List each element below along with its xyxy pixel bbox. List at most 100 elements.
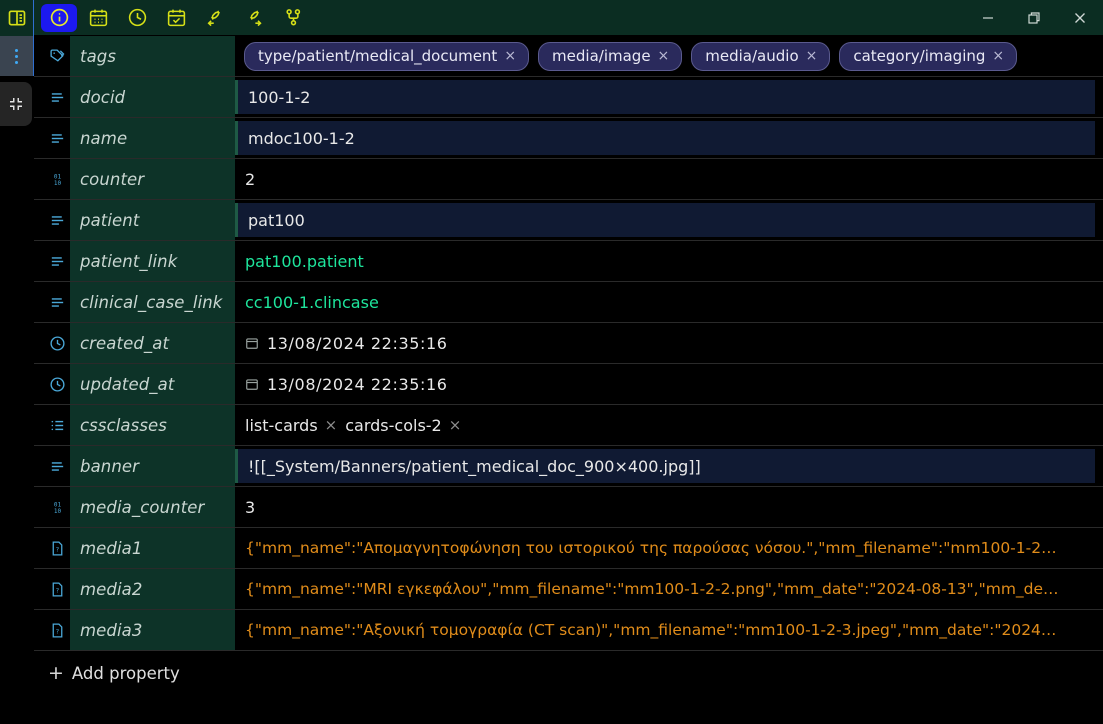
properties-panel: tags type/patient/medical_document × med… bbox=[34, 36, 1103, 724]
window-controls bbox=[965, 0, 1103, 36]
cssclass-label: list-cards bbox=[245, 415, 318, 435]
tab-calendar-check[interactable] bbox=[158, 4, 194, 32]
text-lines-icon bbox=[44, 89, 70, 106]
cssclass-list: list-cards × cards-cols-2 × bbox=[235, 416, 461, 435]
tag-chip-list: type/patient/medical_document × media/im… bbox=[235, 41, 1018, 71]
property-value: {"mm_name":"MRI εγκεφάλου","mm_filename"… bbox=[235, 569, 1103, 609]
tab-strip bbox=[34, 0, 311, 36]
property-row-counter[interactable]: 01 10 counter 2 bbox=[34, 159, 1103, 200]
svg-text:?: ? bbox=[55, 545, 58, 553]
close-icon[interactable]: × bbox=[658, 48, 670, 64]
maximize-icon bbox=[1026, 10, 1042, 26]
property-value-input[interactable]: ![[_System/Banners/patient_medical_doc_9… bbox=[235, 449, 1095, 483]
file-question-icon: ? bbox=[44, 581, 70, 598]
property-value: {"mm_name":"Αξονική τομογραφία (CT scan)… bbox=[235, 610, 1103, 650]
property-key: clinical_case_link bbox=[34, 282, 235, 322]
tag-chip[interactable]: media/audio × bbox=[691, 41, 831, 71]
property-value-link[interactable]: pat100.patient bbox=[235, 241, 1103, 281]
minimize-icon bbox=[980, 10, 996, 26]
property-value-json[interactable]: {"mm_name":"Αξονική τομογραφία (CT scan)… bbox=[235, 610, 1103, 650]
tab-calendar[interactable] bbox=[80, 4, 116, 32]
tag-icon bbox=[44, 48, 70, 65]
tab-backlinks[interactable] bbox=[197, 4, 233, 32]
rail-collapse-button[interactable] bbox=[0, 82, 32, 126]
property-key: ? media2 bbox=[34, 569, 235, 609]
property-row-cssclasses[interactable]: cssclasses list-cards × cards-cols-2 × bbox=[34, 405, 1103, 446]
property-key-label: media3 bbox=[70, 610, 235, 650]
calendar-small-icon bbox=[245, 336, 259, 350]
rail-more-button[interactable] bbox=[0, 36, 34, 76]
clock-icon bbox=[127, 7, 148, 28]
cssclass-item[interactable]: list-cards × bbox=[245, 416, 337, 435]
clock-icon bbox=[44, 376, 70, 393]
close-icon[interactable]: × bbox=[325, 416, 338, 434]
svg-text:?: ? bbox=[55, 586, 58, 594]
property-row-tags[interactable]: tags type/patient/medical_document × med… bbox=[34, 36, 1103, 77]
tab-outgoing-links[interactable] bbox=[236, 4, 272, 32]
tab-clock[interactable] bbox=[119, 4, 155, 32]
close-icon[interactable]: × bbox=[449, 416, 462, 434]
cssclass-item[interactable]: cards-cols-2 × bbox=[345, 416, 461, 435]
tag-chip-label: type/patient/medical_document bbox=[258, 46, 498, 65]
property-row-created-at[interactable]: created_at 13/08/2024 22:35:16 bbox=[34, 323, 1103, 364]
property-key: 01 10 counter bbox=[34, 159, 235, 199]
file-question-icon: ? bbox=[44, 540, 70, 557]
plus-icon: + bbox=[48, 662, 64, 684]
property-value: 2 bbox=[235, 159, 1103, 199]
property-value-input[interactable]: 100-1-2 bbox=[235, 80, 1095, 114]
collapse-corners-icon bbox=[7, 95, 25, 113]
file-question-icon: ? bbox=[44, 622, 70, 639]
property-key-label: cssclasses bbox=[70, 405, 235, 445]
tag-chip[interactable]: media/image × bbox=[538, 41, 683, 71]
tab-info[interactable] bbox=[41, 3, 77, 32]
property-key-label: name bbox=[70, 118, 235, 158]
close-icon[interactable]: × bbox=[992, 48, 1004, 64]
add-property-button[interactable]: + Add property bbox=[34, 651, 1103, 695]
svg-text:?: ? bbox=[55, 627, 58, 635]
property-key: docid bbox=[34, 77, 235, 117]
property-row-patient-link[interactable]: patient_link pat100.patient bbox=[34, 241, 1103, 282]
tag-chip[interactable]: category/imaging × bbox=[839, 41, 1018, 71]
property-row-docid[interactable]: docid 100-1-2 bbox=[34, 77, 1103, 118]
property-value-date[interactable]: 13/08/2024 22:35:16 bbox=[235, 364, 1103, 404]
tag-chip-label: category/imaging bbox=[853, 46, 986, 65]
property-value-input[interactable]: mdoc100-1-2 bbox=[235, 121, 1095, 155]
property-value-input[interactable]: 3 bbox=[235, 487, 1103, 527]
property-row-media3[interactable]: ? media3 {"mm_name":"Αξονική τομογραφία … bbox=[34, 610, 1103, 651]
property-value-json[interactable]: {"mm_name":"MRI εγκεφάλου","mm_filename"… bbox=[235, 569, 1103, 609]
property-row-patient[interactable]: patient pat100 bbox=[34, 200, 1103, 241]
list-icon bbox=[44, 417, 70, 434]
close-icon[interactable]: × bbox=[806, 48, 818, 64]
minimize-button[interactable] bbox=[965, 0, 1011, 36]
maximize-button[interactable] bbox=[1011, 0, 1057, 36]
property-value-input[interactable]: 2 bbox=[235, 159, 1103, 199]
sidebar-toggle-icon bbox=[7, 8, 27, 28]
property-key-label: media1 bbox=[70, 528, 235, 568]
property-value-link[interactable]: cc100-1.clincase bbox=[235, 282, 1103, 322]
property-row-media1[interactable]: ? media1 {"mm_name":"Απομαγνητοφώνηση το… bbox=[34, 528, 1103, 569]
property-value: pat100 bbox=[235, 200, 1103, 240]
sidebar-toggle-button[interactable] bbox=[0, 0, 34, 36]
property-key-label: counter bbox=[70, 159, 235, 199]
text-lines-icon bbox=[44, 458, 70, 475]
property-key-label: updated_at bbox=[70, 364, 235, 404]
close-button[interactable] bbox=[1057, 0, 1103, 36]
tag-chip[interactable]: type/patient/medical_document × bbox=[244, 41, 530, 71]
close-icon[interactable]: × bbox=[504, 48, 516, 64]
tab-graph[interactable] bbox=[275, 4, 311, 32]
property-row-media-counter[interactable]: 01 10 media_counter 3 bbox=[34, 487, 1103, 528]
property-row-media2[interactable]: ? media2 {"mm_name":"MRI εγκεφάλου","mm_… bbox=[34, 569, 1103, 610]
calendar-check-icon bbox=[166, 7, 187, 28]
property-row-clinical-case-link[interactable]: clinical_case_link cc100-1.clincase bbox=[34, 282, 1103, 323]
property-key: cssclasses bbox=[34, 405, 235, 445]
property-value-json[interactable]: {"mm_name":"Απομαγνητοφώνηση του ιστορικ… bbox=[235, 528, 1103, 568]
property-row-updated-at[interactable]: updated_at 13/08/2024 22:35:16 bbox=[34, 364, 1103, 405]
text-lines-icon bbox=[44, 212, 70, 229]
property-value-date[interactable]: 13/08/2024 22:35:16 bbox=[235, 323, 1103, 363]
property-row-banner[interactable]: banner ![[_System/Banners/patient_medica… bbox=[34, 446, 1103, 487]
property-key-label: docid bbox=[70, 77, 235, 117]
property-value: type/patient/medical_document × media/im… bbox=[235, 36, 1103, 76]
property-value-input[interactable]: pat100 bbox=[235, 203, 1095, 237]
property-row-name[interactable]: name mdoc100-1-2 bbox=[34, 118, 1103, 159]
property-key-label: patient bbox=[70, 200, 235, 240]
